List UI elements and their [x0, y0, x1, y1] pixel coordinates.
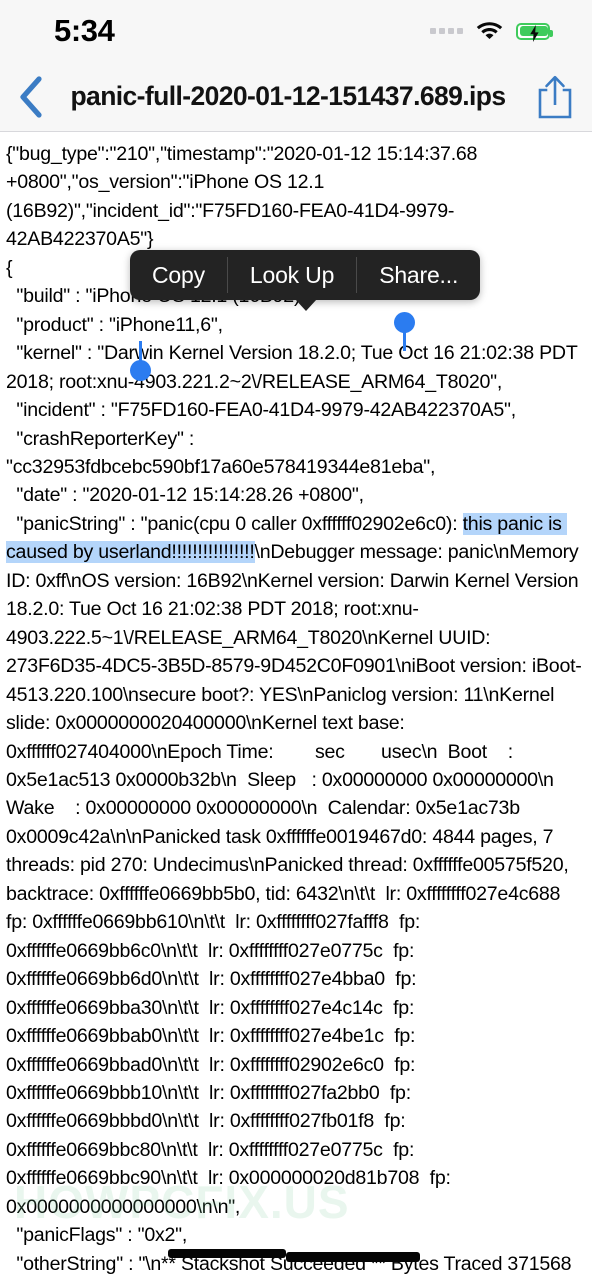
text-selection-context-menu: Copy Look Up Share... — [130, 250, 481, 311]
menu-pointer-arrow — [295, 299, 318, 311]
menu-item-copy[interactable]: Copy — [130, 250, 227, 300]
page-title: panic-full-2020-01-12-151437.689.ips — [70, 81, 506, 111]
log-segment-2: .2~2\/RELEASE_ARM64_T8020", "incident" :… — [6, 370, 516, 535]
crash-log-text[interactable]: {"bug_type":"210","timestamp":"2020-01-1… — [6, 140, 586, 1280]
redaction-bar — [286, 1252, 420, 1262]
menu-item-share[interactable]: Share... — [357, 250, 480, 300]
menu-item-look-up[interactable]: Look Up — [228, 250, 356, 300]
wifi-icon — [476, 19, 503, 44]
battery-charging-icon — [516, 22, 553, 42]
redaction-bar — [168, 1249, 286, 1258]
chevron-left-icon — [20, 75, 42, 118]
back-button[interactable] — [0, 62, 62, 132]
charging-bolt-icon — [530, 24, 539, 42]
status-bar-indicators — [430, 19, 553, 44]
status-bar: 5:34 — [0, 0, 592, 62]
navigation-bar: panic-full-2020-01-12-151437.689.ips — [0, 62, 592, 132]
signal-dots-icon — [430, 28, 463, 34]
status-bar-time: 5:34 — [54, 13, 115, 48]
share-button[interactable] — [518, 62, 592, 132]
app-screen: 5:34 panic-full-2020-01-12-151437.689.ip… — [0, 0, 592, 1280]
log-segment-3: \nDebugger message: panic\nMemory ID: 0x… — [6, 541, 582, 1275]
share-up-arrow-icon — [538, 75, 572, 118]
